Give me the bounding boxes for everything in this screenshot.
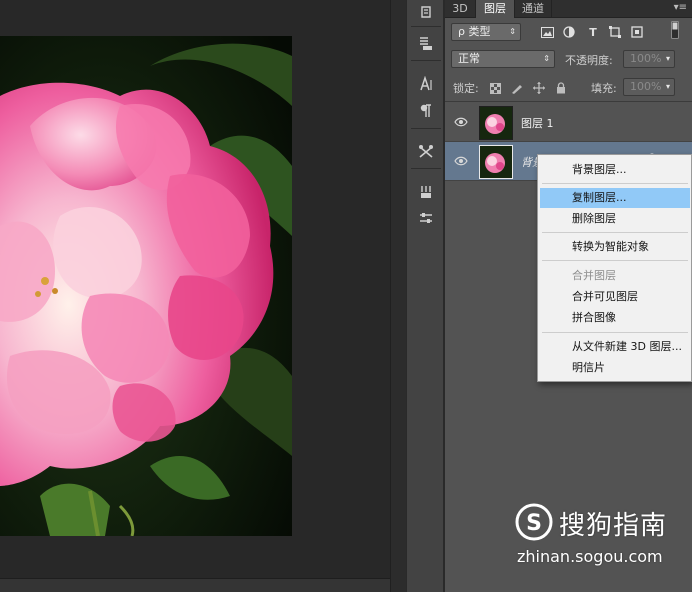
tool-presets-icon[interactable]: [413, 140, 439, 164]
menu-item-flatten-image[interactable]: 拼合图像: [540, 308, 690, 328]
menu-separator: [542, 232, 688, 233]
blend-mode-value: 正常: [458, 52, 480, 65]
adjustments-icon[interactable]: [413, 206, 439, 230]
menu-separator: [542, 332, 688, 333]
rose-image: [0, 36, 292, 536]
type-filter-icon[interactable]: T: [585, 24, 601, 40]
menu-item-postcard[interactable]: 明信片: [540, 358, 690, 378]
layer-filter-row: ρ 类型 ⇕ T: [445, 20, 692, 44]
history-icon[interactable]: [413, 0, 439, 24]
separator: [411, 168, 441, 169]
filter-kind-label: ρ 类型: [458, 25, 491, 38]
rose-photo[interactable]: [0, 36, 292, 536]
separator: [411, 60, 441, 61]
blend-row: 正常 ⇕ 不透明度: 100% ▾: [445, 48, 692, 72]
menu-item-duplicate-layer[interactable]: 复制图层...: [540, 188, 690, 208]
tab-3d[interactable]: 3D: [445, 0, 476, 18]
filter-kind-dropdown[interactable]: ρ 类型 ⇕: [451, 23, 521, 41]
updown-arrows-icon: ⇕: [543, 54, 550, 63]
layer-row-layer-1[interactable]: 图层 1: [445, 103, 692, 142]
brush-presets-icon[interactable]: [413, 180, 439, 204]
horizontal-scrollbar[interactable]: [0, 578, 390, 592]
layer-context-menu: 背景图层... 复制图层... 删除图层 转换为智能对象 合并图层 合并可见图层…: [537, 154, 692, 382]
menu-item-new-3d-layer-from-file[interactable]: 从文件新建 3D 图层...: [540, 337, 690, 357]
menu-item-merge-visible[interactable]: 合并可见图层: [540, 287, 690, 307]
fill-value: 100%: [630, 80, 662, 93]
panel-tab-bar: 3D 图层 通道 ▾≡: [445, 0, 692, 18]
collapsed-panel-strip: [406, 0, 444, 592]
dropdown-arrow-icon: ▾: [665, 82, 670, 91]
layer-name: 图层 1: [521, 117, 554, 130]
tab-layers[interactable]: 图层: [476, 0, 515, 18]
lock-all-icon[interactable]: [553, 80, 569, 96]
lock-label: 锁定:: [453, 82, 479, 95]
lock-position-icon[interactable]: [531, 80, 547, 96]
character-icon[interactable]: [413, 72, 439, 96]
opacity-label: 不透明度:: [565, 54, 613, 67]
fill-label: 填充:: [591, 82, 617, 95]
menu-separator: [542, 260, 688, 261]
pixel-filter-icon[interactable]: [539, 24, 555, 40]
watermark-url: zhinan.sogou.com: [517, 547, 663, 566]
opacity-value: 100%: [630, 52, 662, 65]
menu-separator: [542, 183, 688, 184]
watermark-brand: 搜狗指南: [559, 511, 668, 541]
tab-channels[interactable]: 通道: [515, 0, 552, 18]
layer-thumbnail: [479, 145, 513, 179]
paragraph-icon[interactable]: [413, 99, 439, 123]
svg-text:S: S: [526, 511, 542, 536]
lock-pixels-icon[interactable]: [509, 80, 525, 96]
menu-item-background-layer[interactable]: 背景图层...: [540, 160, 690, 180]
panel-menu-icon[interactable]: ▾≡: [674, 2, 687, 13]
separator: [411, 26, 441, 27]
visibility-eye-icon[interactable]: [453, 153, 469, 169]
opacity-input[interactable]: 100% ▾: [623, 50, 675, 68]
fill-input[interactable]: 100% ▾: [623, 78, 675, 96]
lock-row: 锁定: 填充: 100% ▾: [445, 76, 692, 100]
sogou-watermark: S 搜狗指南 zhinan.sogou.com: [505, 503, 685, 575]
filter-toggle-icon[interactable]: [667, 21, 683, 39]
layer-thumbnail: [479, 106, 513, 140]
menu-item-delete-layer[interactable]: 删除图层: [540, 209, 690, 229]
lock-transparency-icon[interactable]: [487, 80, 503, 96]
document-canvas-area[interactable]: [0, 0, 390, 592]
separator: [411, 128, 441, 129]
shape-filter-icon[interactable]: [607, 24, 623, 40]
sogou-logo-icon: S: [515, 503, 553, 541]
menu-item-merge-layers: 合并图层: [572, 269, 616, 282]
panel-splitter[interactable]: [390, 0, 406, 592]
menu-item-convert-to-smart-object[interactable]: 转换为智能对象: [540, 237, 690, 257]
actions-icon[interactable]: [413, 31, 439, 55]
blend-mode-dropdown[interactable]: 正常 ⇕: [451, 50, 555, 68]
adjustment-filter-icon[interactable]: [561, 24, 577, 40]
visibility-eye-icon[interactable]: [453, 114, 469, 130]
dropdown-arrow-icon: ▾: [665, 54, 670, 63]
smart-object-filter-icon[interactable]: [629, 24, 645, 40]
updown-arrows-icon: ⇕: [509, 27, 516, 36]
